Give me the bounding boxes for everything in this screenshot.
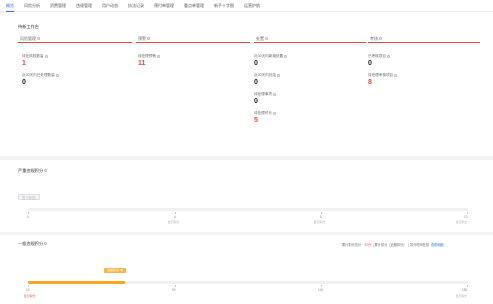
metric-label: 近30天内处结 — [254, 73, 280, 78]
serious-score-track — [28, 208, 468, 211]
legend-label: 累计扣分总计： — [342, 243, 365, 247]
general-score-legend: 累计扣分总计：30分 | 累计扣分（近期扣分） | 扣分时间在前 查看明细 — [342, 243, 444, 247]
tick-sub-label: 处罚扣分 — [456, 294, 468, 298]
column-underline-risk — [18, 42, 132, 43]
info-icon[interactable] — [44, 242, 48, 246]
tick-sub-label: 处罚扣分 — [168, 220, 180, 224]
tab-prepaid-management[interactable]: 预付单管理 — [154, 0, 174, 12]
metric-label: 待处理事项 — [254, 92, 276, 97]
general-score-fill — [28, 281, 125, 284]
info-icon[interactable] — [272, 111, 276, 115]
tick-label: 50 — [172, 288, 176, 292]
tick-mark — [28, 212, 29, 214]
column-underline-handling — [254, 42, 366, 43]
section-title-workbench: 待新工作台 — [18, 24, 39, 29]
info-icon[interactable] — [44, 169, 48, 173]
metric-label: 待处风险数量 — [22, 54, 48, 59]
tab-operations-escort[interactable]: 运营护航 — [244, 0, 260, 12]
tick-mark — [175, 285, 176, 287]
tick-mark — [467, 212, 468, 214]
info-icon[interactable] — [44, 54, 48, 58]
info-icon[interactable] — [156, 54, 160, 58]
tick-label: 4 — [174, 215, 176, 219]
metric-value-pending-warning[interactable]: 11 — [138, 60, 145, 67]
column-header-warning-label: 预警 — [138, 36, 146, 41]
metric-value-assessed[interactable]: 0 — [368, 60, 372, 67]
info-icon[interactable] — [55, 73, 59, 77]
info-icon[interactable] — [147, 37, 150, 41]
info-icon[interactable] — [276, 73, 280, 77]
tab-novice-guide[interactable]: 新手十字图 — [214, 0, 234, 12]
info-icon[interactable] — [284, 54, 288, 58]
column-underline-assessment — [368, 42, 480, 43]
info-icon[interactable] — [272, 92, 276, 96]
section-divider — [0, 156, 493, 160]
tick-mark — [321, 212, 322, 214]
info-icon[interactable] — [386, 54, 390, 58]
tick-label: 12 — [464, 215, 468, 219]
tick-sub-label: 处罚扣分 — [24, 294, 36, 298]
tab-fee-management[interactable]: 资费管理 — [50, 0, 66, 12]
tick-sub-label: 处罚扣分 — [456, 220, 468, 224]
tab-risk-analysis[interactable]: 风险分析 — [24, 0, 40, 12]
metric-value-pending-items[interactable]: 0 — [254, 98, 258, 105]
metric-label: 近30天内已处理数量 — [22, 73, 59, 78]
view-details-link[interactable]: 查看明细 — [431, 243, 444, 247]
tab-overview[interactable]: 概览 — [6, 0, 14, 12]
tick-label: 0 — [27, 215, 29, 219]
info-icon[interactable] — [379, 37, 382, 41]
metric-value-closed-handling[interactable]: 0 — [254, 79, 258, 86]
tick-label: 8 — [320, 215, 322, 219]
metric-label: 已考核项目 — [368, 54, 390, 59]
info-icon[interactable] — [394, 73, 398, 77]
legend-note-2: 扣分时间在前 — [409, 243, 430, 247]
legend-value: 30分 — [364, 243, 372, 247]
info-icon[interactable] — [265, 37, 268, 41]
tick-mark — [467, 285, 468, 287]
metric-value-pending-risk[interactable]: 1 — [22, 60, 26, 67]
column-header-handling-label: 处置 — [256, 36, 264, 41]
tick-mark — [28, 285, 29, 287]
column-underline-warning — [136, 42, 250, 43]
section-title-serious-score: 严重违规积分 — [18, 168, 48, 174]
section-title-general-score: 一般违规积分 — [18, 241, 48, 247]
metric-label: 待处理考核项目 — [368, 73, 398, 78]
top-tab-bar: 概览 风险分析 资费管理 违规管理 用户动态 执法记录 预付单管理 重点单管理 … — [0, 0, 493, 12]
tick-label: 100 — [318, 288, 324, 292]
info-icon[interactable] — [37, 37, 40, 41]
column-header-risk-label: 风险管理 — [20, 36, 36, 41]
legend-note: 累计扣分（近期扣分） — [374, 243, 407, 247]
current-score-tag: 当前积分 30 — [104, 268, 127, 273]
metric-value-handled-risk[interactable]: 0 — [22, 79, 26, 86]
tab-violation-management[interactable]: 违规管理 — [76, 0, 92, 12]
section-divider — [0, 232, 493, 235]
metric-label: 近30天内新增处置 — [254, 54, 288, 59]
tab-user-activity[interactable]: 用户动态 — [102, 0, 118, 12]
tick-label: 150 — [462, 288, 468, 292]
metric-label: 待处理时长 — [254, 111, 276, 116]
metric-value-pending-assessment[interactable]: 8 — [368, 79, 372, 86]
tab-enforcement-records[interactable]: 执法记录 — [128, 0, 144, 12]
tick-sub-label: 处罚扣分 — [314, 220, 326, 224]
tick-mark — [321, 285, 322, 287]
tick-mark — [175, 212, 176, 214]
metric-value-new-handling[interactable]: 0 — [254, 60, 258, 67]
column-header-assessment-label: 考核 — [370, 36, 378, 41]
tick-label: 10 — [26, 288, 30, 292]
tab-key-orders[interactable]: 重点单管理 — [184, 0, 204, 12]
metric-label: 待处理预警 — [138, 54, 160, 59]
metric-value-pending-duration[interactable]: 5 — [254, 117, 258, 124]
serious-score-chip: 暂无数据 — [18, 194, 40, 200]
